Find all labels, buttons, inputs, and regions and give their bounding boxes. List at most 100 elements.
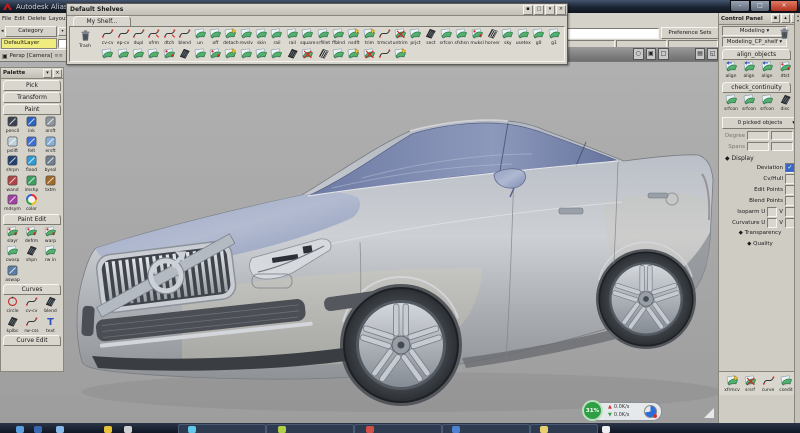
palette-tool-shpn[interactable]: shpn (22, 244, 41, 264)
palette-tool-aswap[interactable]: aswap (3, 264, 22, 284)
shelf-tool-xfrm[interactable]: xfrm (146, 27, 161, 47)
cv-cv-icon[interactable] (101, 27, 114, 42)
shelf-tool-dtch[interactable]: dtch (162, 27, 177, 47)
cp-tool-align[interactable]: align (722, 60, 740, 80)
tool-icon[interactable] (270, 47, 283, 62)
network-monitor-widget[interactable]: 31% ▲ 0.0K/s ▼ 0.0K/s (582, 400, 660, 421)
ink-icon[interactable] (25, 115, 38, 130)
off-icon[interactable] (209, 27, 222, 42)
flood-icon[interactable] (25, 154, 38, 169)
mdsym-icon[interactable] (6, 193, 19, 208)
progress-circle[interactable]: 31% (582, 400, 603, 421)
shelf-tool-srfcsn[interactable]: srfcsn (439, 27, 454, 47)
palette-tool-cv-cv[interactable]: cv-cv (22, 295, 41, 315)
shelf-tool-horver[interactable]: horver (485, 27, 500, 47)
wand-icon[interactable] (6, 174, 19, 189)
palette-tool-felt[interactable]: felt (22, 135, 41, 155)
rw-css-icon[interactable] (25, 315, 38, 330)
lock-icon[interactable]: ○ (633, 48, 644, 60)
cp-tool-srfcon[interactable]: srfcon (722, 93, 740, 113)
spans-u-field[interactable] (747, 142, 769, 151)
cp-tool-disc[interactable]: disc (776, 93, 794, 113)
cp-tool-srfcon[interactable]: srfcon (740, 93, 758, 113)
ersft-icon[interactable] (44, 135, 57, 150)
srfcsn-icon[interactable] (440, 27, 453, 42)
shelf-pin-icon[interactable]: ▪ (523, 5, 533, 15)
tool-icon[interactable] (301, 47, 314, 62)
palette-tool-mdsym[interactable]: mdsym (3, 193, 22, 213)
shelf-tool-un[interactable]: un (192, 27, 207, 47)
warp-icon[interactable] (44, 225, 57, 240)
palette-tool-defrm[interactable]: defrm (22, 225, 41, 245)
degree-u-field[interactable] (747, 131, 769, 140)
taskbar-app-icon[interactable] (124, 426, 132, 433)
preference-input[interactable] (566, 28, 659, 39)
shelf-tool-icon[interactable] (162, 47, 177, 62)
tool-icon[interactable] (132, 47, 145, 62)
tool-icon[interactable] (332, 47, 345, 62)
shelf-tool-cv-cv[interactable]: cv-cv (100, 27, 115, 47)
palette-tab-paint[interactable]: Paint (3, 104, 61, 115)
default-layer-item[interactable]: DefaultLayer (1, 38, 57, 49)
palette-tab-curve-edit[interactable]: Curve Edit (3, 335, 61, 346)
un-icon[interactable] (194, 27, 207, 42)
palette-tab-paint-edit[interactable]: Paint Edit (3, 214, 61, 225)
txtm-icon[interactable] (44, 174, 57, 189)
align-icon[interactable] (743, 60, 756, 75)
shelf-tool-icon[interactable] (315, 47, 330, 62)
menu-edit[interactable]: Edit (14, 16, 25, 22)
taskbar-app-icon[interactable] (16, 426, 24, 433)
palette-tool-rw-in[interactable]: rw in (41, 244, 60, 264)
display-section-header[interactable]: ◆ Display (725, 155, 799, 162)
cp-tool-srsrf[interactable]: srsrf (741, 374, 759, 394)
shelf-tool-rail[interactable]: rail (285, 27, 300, 47)
palette-tool-ersft[interactable]: ersft (41, 135, 60, 155)
sky-icon[interactable] (501, 27, 514, 42)
shelf-tool-nsdft[interactable]: nsdft (346, 27, 361, 47)
csedit-icon[interactable] (780, 374, 793, 389)
nsdft-icon[interactable] (347, 27, 360, 42)
cp-scrollbar[interactable]: ▴▾ (794, 13, 800, 423)
srfillet-icon[interactable] (317, 27, 330, 42)
tool-icon[interactable] (224, 47, 237, 62)
srsrf-icon[interactable] (744, 374, 757, 389)
shelf-tool-ffblnd[interactable]: ffblnd (331, 27, 346, 47)
palette-tool-ink[interactable]: ink (22, 115, 41, 135)
shelf-tool-srfillet[interactable]: srfillet (315, 27, 330, 47)
check-continuity-group-header[interactable]: check_continuity (722, 82, 791, 93)
ep-cv-icon[interactable] (117, 27, 130, 42)
shelf-tool-icon[interactable] (377, 47, 392, 62)
bullet-transparency[interactable]: ◆ Transparency (719, 228, 800, 239)
shelf-tool-off[interactable]: off (208, 27, 223, 47)
color-icon[interactable] (25, 193, 38, 208)
download-manager-icon[interactable] (644, 405, 657, 418)
shelf-tool-icon[interactable] (239, 47, 254, 62)
shelf-tool-g0[interactable]: g0 (531, 27, 546, 47)
shelf-close-icon[interactable]: × (556, 5, 566, 15)
align-icon[interactable] (725, 60, 738, 75)
shpn-icon[interactable] (25, 244, 38, 259)
curvature-u-checkbox[interactable] (767, 218, 777, 228)
muksl-icon[interactable] (471, 27, 484, 42)
palette-tool-rw-css[interactable]: rw-css (22, 315, 41, 335)
menu-file[interactable]: File (2, 16, 11, 22)
tool-icon[interactable] (255, 47, 268, 62)
align-icon[interactable] (761, 60, 774, 75)
taskbar-app-icon[interactable] (188, 426, 196, 433)
cp-tool-xfrmcv[interactable]: xfrmcv (723, 374, 741, 394)
cp-tool-curve[interactable]: curve (759, 374, 777, 394)
tool-icon[interactable] (101, 47, 114, 62)
palette-tab-pick[interactable]: Pick (3, 80, 61, 91)
pencil-icon[interactable] (6, 115, 19, 130)
trash-icon[interactable] (79, 36, 92, 44)
cp-tool-align[interactable]: align (758, 60, 776, 80)
shelf-tool-icon[interactable] (254, 47, 269, 62)
detach-icon[interactable] (224, 27, 237, 42)
shelf-tool-usetex[interactable]: usetex (516, 27, 531, 47)
shelf-tool-square[interactable]: square (300, 27, 315, 47)
felt-icon[interactable] (25, 135, 38, 150)
layout-grid-icon[interactable]: ▤ (695, 48, 706, 60)
menu-delete[interactable]: Delete (28, 16, 46, 22)
align-objects-group-header[interactable]: align_objects (722, 49, 791, 60)
taskbar-app-icon[interactable] (602, 426, 610, 433)
